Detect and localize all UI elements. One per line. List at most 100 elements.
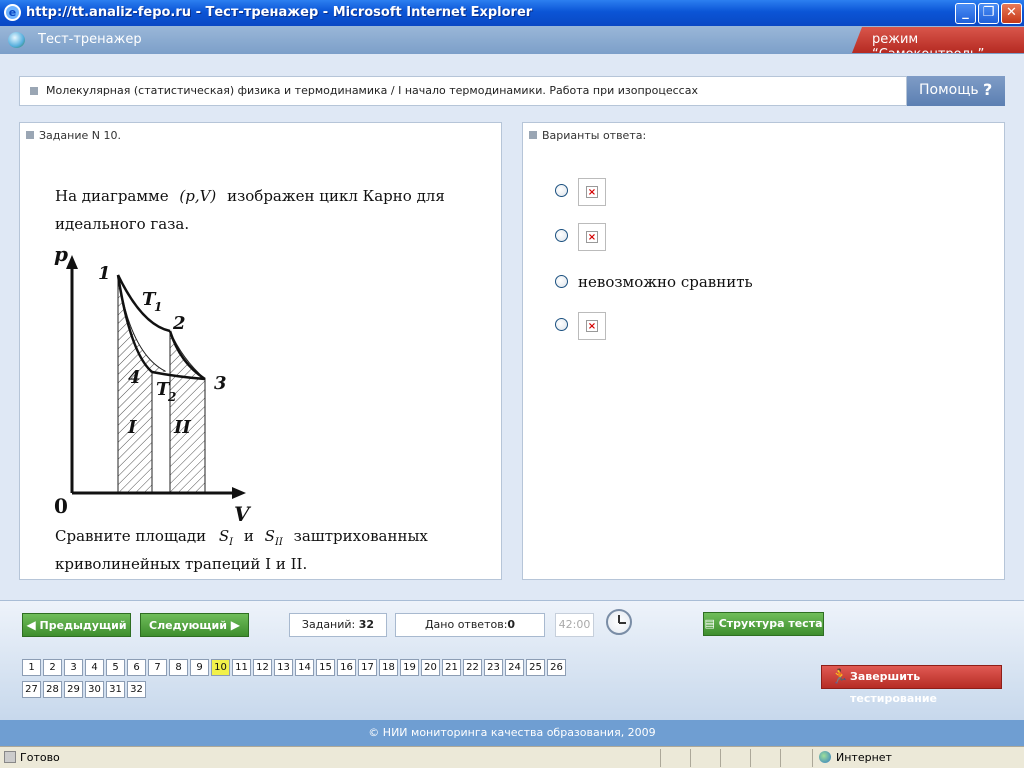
status-divider	[660, 749, 661, 767]
task-text-part: изображен цикл Карно для	[227, 187, 445, 205]
page-button-17[interactable]: 17	[358, 659, 377, 676]
page-status-icon	[4, 751, 16, 763]
page-button-23[interactable]: 23	[484, 659, 503, 676]
prev-button[interactable]: ◀ Предыдущий	[22, 613, 131, 637]
next-button[interactable]: Следующий ▶	[140, 613, 249, 637]
page-button-5[interactable]: 5	[106, 659, 125, 676]
point-2-label: 2	[172, 313, 186, 334]
page-button-1[interactable]: 1	[22, 659, 41, 676]
page-button-10[interactable]: 10	[211, 659, 230, 676]
bottom-toolbar: ◀ Предыдущий Следующий ▶ Заданий: 32 Дан…	[0, 600, 1024, 720]
broken-image-icon: ×	[578, 312, 606, 340]
mode-badge: режим “Самоконтроль”	[852, 27, 1024, 53]
broken-image-icon: ×	[578, 223, 606, 251]
security-zone: Интернет	[812, 749, 1022, 767]
page-button-21[interactable]: 21	[442, 659, 461, 676]
task-text-part: Сравните площади	[55, 527, 207, 545]
test-structure-button[interactable]: ▤ Структура теста	[703, 612, 824, 636]
arrow-right-icon: ▶	[230, 618, 240, 632]
status-label: Готово	[20, 751, 60, 764]
page-button-18[interactable]: 18	[379, 659, 398, 676]
clock-icon	[606, 609, 632, 635]
page-button-9[interactable]: 9	[190, 659, 209, 676]
page-button-20[interactable]: 20	[421, 659, 440, 676]
restore-button[interactable]: ❐	[978, 3, 999, 24]
answer-radio[interactable]	[555, 184, 568, 197]
s2-subscript: II	[274, 537, 283, 548]
close-button[interactable]: ✕	[1001, 3, 1022, 24]
page-button-26[interactable]: 26	[547, 659, 566, 676]
p-axis-label: p	[54, 245, 68, 266]
answers-panel: Варианты ответа: × × невозможно сравнить…	[522, 122, 1005, 580]
page-button-29[interactable]: 29	[64, 681, 83, 698]
timer-display: 42:00	[555, 613, 594, 637]
answers-header: Варианты ответа:	[529, 129, 646, 142]
page-button-3[interactable]: 3	[64, 659, 83, 676]
bullet-icon	[529, 131, 537, 139]
page-button-25[interactable]: 25	[526, 659, 545, 676]
tasks-count: 32	[358, 618, 375, 631]
page-button-4[interactable]: 4	[85, 659, 104, 676]
footer-copyright: © НИИ мониторинга качества образования, …	[0, 720, 1024, 746]
answer-radio[interactable]	[555, 275, 568, 288]
app-header: Тест-тренажер режим “Самоконтроль”	[0, 26, 1024, 54]
answer-text: невозможно сравнить	[578, 273, 753, 291]
finish-test-button[interactable]: 🏃 Завершить тестирование	[821, 665, 1002, 705]
point-3-label: 3	[214, 373, 227, 394]
point-1-label: 1	[98, 263, 111, 284]
minimize-button[interactable]: _	[955, 3, 976, 24]
status-divider	[750, 749, 751, 767]
ie-logo-icon: e	[4, 4, 21, 21]
answers-counter: Дано ответов:0	[395, 613, 545, 637]
app-title: Тест-тренажер	[38, 32, 142, 47]
page-button-11[interactable]: 11	[232, 659, 251, 676]
topic-breadcrumb: Молекулярная (статистическая) физика и т…	[19, 76, 907, 106]
page-button-15[interactable]: 15	[316, 659, 335, 676]
carnot-cycle-diagram: p 0 V 1 2 3 4 T 1 T 2 I II	[54, 245, 252, 525]
page-button-8[interactable]: 8	[169, 659, 188, 676]
page-button-13[interactable]: 13	[274, 659, 293, 676]
topic-text: Молекулярная (статистическая) физика и т…	[46, 84, 698, 97]
page-button-31[interactable]: 31	[106, 681, 125, 698]
task-text-part: и	[243, 527, 254, 545]
page-button-2[interactable]: 2	[43, 659, 62, 676]
v-axis-label: V	[234, 502, 252, 525]
tasks-counter: Заданий: 32	[289, 613, 387, 637]
window-titlebar: e http://tt.analiz-fepo.ru - Тест-тренаж…	[0, 0, 1024, 26]
page-button-12[interactable]: 12	[253, 659, 272, 676]
page-button-28[interactable]: 28	[43, 681, 62, 698]
t2-subscript: 2	[167, 390, 176, 404]
page-button-19[interactable]: 19	[400, 659, 419, 676]
answer-radio[interactable]	[555, 229, 568, 242]
document-icon: ▤	[704, 617, 715, 630]
tasks-label: Заданий:	[301, 618, 356, 631]
answer-radio[interactable]	[555, 318, 568, 331]
status-divider	[690, 749, 691, 767]
structure-label: Структура теста	[718, 617, 823, 630]
bullet-icon	[30, 87, 38, 95]
page-button-32[interactable]: 32	[127, 681, 146, 698]
origin-label: 0	[54, 494, 68, 518]
page-button-27[interactable]: 27	[22, 681, 41, 698]
page-button-7[interactable]: 7	[148, 659, 167, 676]
area-ii-hatch	[169, 330, 206, 494]
task-panel: Задание N 10. На диаграмме (p,V) изображ…	[19, 122, 502, 580]
broken-image-icon: ×	[578, 178, 606, 206]
task-text-part: заштрихованных	[293, 527, 428, 545]
point-4-label: 4	[128, 367, 141, 388]
answers-count: 0	[507, 618, 516, 631]
bullet-icon	[26, 131, 34, 139]
help-button[interactable]: Помощь ?	[907, 76, 1005, 106]
finish-label: Завершить тестирование	[850, 670, 938, 705]
page-button-16[interactable]: 16	[337, 659, 356, 676]
status-bar: Готово Интернет	[0, 746, 1024, 768]
page-button-14[interactable]: 14	[295, 659, 314, 676]
status-text: Готово	[4, 751, 60, 764]
s1-symbol: S	[218, 527, 230, 545]
page-button-6[interactable]: 6	[127, 659, 146, 676]
page-button-22[interactable]: 22	[463, 659, 482, 676]
answers-label: Дано ответов:	[424, 618, 508, 631]
globe-icon	[819, 751, 831, 763]
page-button-24[interactable]: 24	[505, 659, 524, 676]
page-button-30[interactable]: 30	[85, 681, 104, 698]
